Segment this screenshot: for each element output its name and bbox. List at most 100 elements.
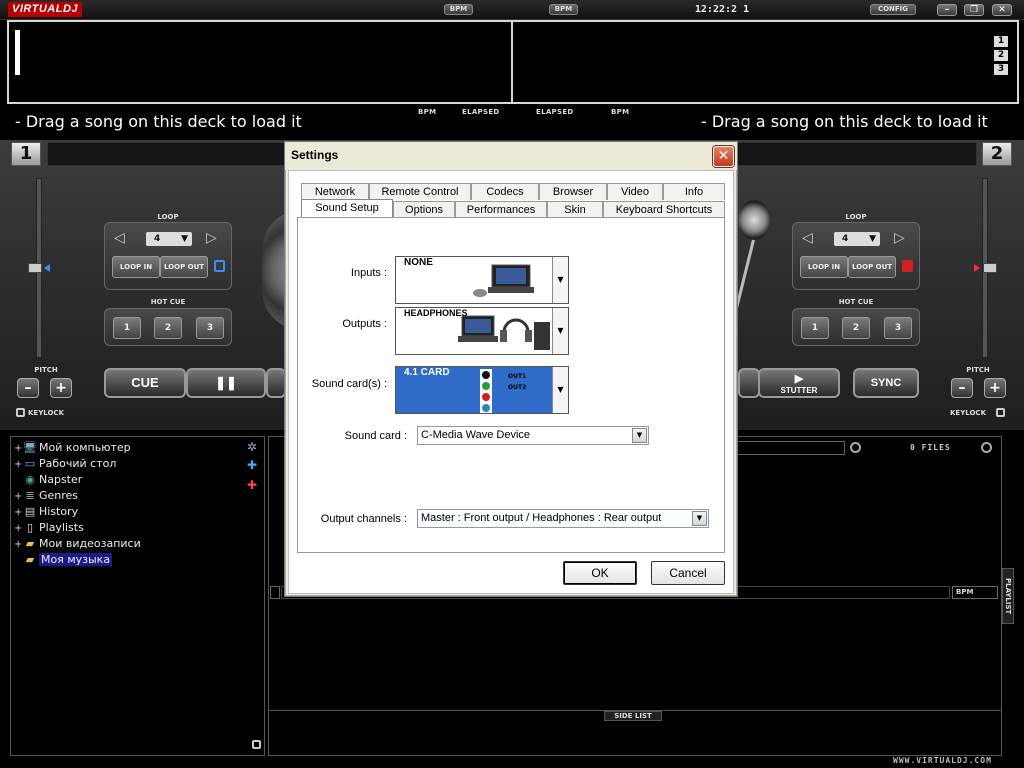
deck1-loop-in-button[interactable]: LOOP IN: [112, 256, 160, 278]
tab-performances[interactable]: Performances: [455, 201, 547, 218]
minimize-button[interactable]: –: [937, 4, 957, 16]
tree-item[interactable]: ▰ Моя музыка: [14, 552, 113, 568]
column-header-checkbox[interactable]: [270, 586, 280, 599]
tree-item[interactable]: ◉ Napster: [14, 472, 82, 488]
deck1-hotcue-label: HOT CUE: [150, 298, 186, 306]
tab-info[interactable]: Info: [663, 183, 725, 200]
cancel-button[interactable]: Cancel: [651, 561, 725, 585]
deck-select-1[interactable]: 1: [994, 36, 1008, 47]
deck2-loop-label: LOOP: [845, 213, 867, 221]
outputs-select[interactable]: HEADPHONES ▼: [395, 307, 569, 355]
deck2-hotcue-1-button[interactable]: 1: [801, 317, 829, 339]
tab-remote-control[interactable]: Remote Control: [369, 183, 471, 200]
deck2-loop-lock-icon[interactable]: [902, 260, 913, 272]
deck2-stutter-label: STUTTER: [780, 386, 818, 395]
add-playlist-icon[interactable]: ✚: [247, 478, 257, 492]
deck1-pitch-minus-button[interactable]: –: [17, 378, 39, 398]
tab-options[interactable]: Options: [393, 201, 455, 218]
tab-keyboard-shortcuts[interactable]: Keyboard Shortcuts: [603, 201, 725, 218]
deck2-number: 2: [982, 142, 1012, 166]
deck1-loop-out-button[interactable]: LOOP OUT: [160, 256, 208, 278]
dialog-titlebar[interactable]: [285, 142, 737, 170]
tree-item[interactable]: + ▯ Playlists: [14, 520, 84, 536]
tree-item[interactable]: + ≣ Genres: [14, 488, 78, 504]
expand-icon[interactable]: +: [14, 521, 23, 537]
deck2-loop-prev-icon[interactable]: ◁: [802, 229, 813, 246]
waveform-panel[interactable]: [7, 20, 1019, 104]
tab-codecs[interactable]: Codecs: [471, 183, 539, 200]
deck-select-3[interactable]: 3: [994, 64, 1008, 75]
tab-video[interactable]: Video: [607, 183, 663, 200]
deck2-loop-select[interactable]: 4 ▼: [834, 232, 880, 246]
expand-icon[interactable]: +: [14, 537, 23, 553]
folder-music-icon: ▰: [25, 553, 35, 566]
bpm-right-button[interactable]: BPM: [549, 4, 578, 15]
inputs-select[interactable]: NONE ▼: [395, 256, 569, 304]
files-options-icon[interactable]: [981, 442, 992, 453]
deck2-pitch-minus-button[interactable]: –: [951, 378, 973, 398]
deck1-cue-button[interactable]: CUE: [104, 368, 186, 398]
expand-icon[interactable]: +: [14, 489, 23, 505]
deck1-pitch-marker-icon: [44, 264, 50, 272]
dialog-close-button[interactable]: ✕: [713, 146, 734, 167]
deck2-pitch-plus-button[interactable]: +: [984, 378, 1006, 398]
deck1-loop-next-icon[interactable]: ▷: [206, 229, 217, 246]
expand-icon[interactable]: +: [14, 505, 23, 521]
tab-sound-setup[interactable]: Sound Setup: [301, 199, 393, 218]
close-button[interactable]: ✕: [992, 4, 1012, 16]
soundcards-select[interactable]: 4.1 CARD OUT1 OUT2 ▼: [395, 366, 569, 414]
deck2-loop-in-button[interactable]: LOOP IN: [800, 256, 848, 278]
browser-lock-icon[interactable]: [252, 740, 261, 749]
deck1-hotcue-1-button[interactable]: 1: [113, 317, 141, 339]
expand-icon[interactable]: +: [14, 457, 23, 473]
deck1-pitch-plus-button[interactable]: +: [50, 378, 72, 398]
soundcard-label: Sound card :: [344, 430, 407, 442]
deck1-loop-select[interactable]: 4 ▼: [146, 232, 192, 246]
deck1-keylock-icon[interactable]: [16, 408, 25, 417]
chevron-down-icon: ▼: [869, 234, 876, 244]
elapsed-label-right: ELAPSED: [536, 108, 574, 116]
soundcards-label: Sound card(s) :: [311, 378, 387, 390]
output-channels-select[interactable]: Master : Front output / Headphones : Rea…: [417, 509, 709, 528]
tree-item[interactable]: + ▤ History: [14, 504, 78, 520]
tree-item[interactable]: + ▰ Мои видеозаписи: [14, 536, 141, 552]
deck2-hotcue-2-button[interactable]: 2: [842, 317, 870, 339]
deck2-stutter-button[interactable]: ▶ STUTTER: [758, 368, 840, 398]
ok-button[interactable]: OK: [563, 561, 637, 585]
sidelist-tab[interactable]: SIDE LIST: [604, 711, 662, 721]
output-channels-value: Master : Front output / Headphones : Rea…: [421, 512, 662, 524]
tab-network[interactable]: Network: [301, 183, 369, 200]
tab-browser[interactable]: Browser: [539, 183, 607, 200]
tree-item[interactable]: + ▭ Рабочий стол: [14, 456, 116, 472]
add-virtual-folder-icon[interactable]: ✚: [247, 458, 257, 472]
bpm-column-header[interactable]: BPM: [952, 586, 998, 599]
tree-item[interactable]: +🖥 Мой компьютер: [14, 440, 131, 456]
deck2-loop-out-button[interactable]: LOOP OUT: [848, 256, 896, 278]
deck2-hotcue-3-button[interactable]: 3: [884, 317, 912, 339]
deck2-pitch-knob[interactable]: [983, 263, 997, 273]
restore-button[interactable]: ❐: [964, 4, 984, 16]
deck-select-2[interactable]: 2: [994, 50, 1008, 61]
playlist-tab[interactable]: PLAYLIST: [1002, 568, 1014, 624]
search-input[interactable]: [720, 441, 845, 455]
output-channels-label: Output channels :: [320, 513, 407, 525]
deck1-loop-lock-icon[interactable]: [214, 260, 225, 272]
tab-skin[interactable]: Skin: [547, 201, 603, 218]
soundcard-select[interactable]: C-Media Wave Device ▼: [417, 426, 649, 445]
deck2-pause-button[interactable]: [738, 368, 760, 398]
deck2-loop-next-icon[interactable]: ▷: [894, 229, 905, 246]
deck1-hotcue-3-button[interactable]: 3: [196, 317, 224, 339]
deck1-hotcue-2-button[interactable]: 2: [154, 317, 182, 339]
add-search-folder-icon[interactable]: ✲: [247, 440, 257, 454]
deck1-loop-prev-icon[interactable]: ◁: [114, 229, 125, 246]
deck2-sync-button[interactable]: SYNC: [853, 368, 919, 398]
expand-icon[interactable]: +: [14, 441, 23, 457]
search-icon[interactable]: [850, 442, 861, 453]
config-button[interactable]: CONFIG: [870, 4, 916, 15]
bpm-left-button[interactable]: BPM: [444, 4, 473, 15]
deck2-keylock-icon[interactable]: [996, 408, 1005, 417]
deck1-play-button[interactable]: [266, 368, 286, 398]
website-link[interactable]: WWW.VIRTUALDJ.COM: [893, 756, 992, 765]
deck1-pause-button[interactable]: ❚❚: [186, 368, 266, 398]
deck1-pitch-knob[interactable]: [28, 263, 42, 273]
